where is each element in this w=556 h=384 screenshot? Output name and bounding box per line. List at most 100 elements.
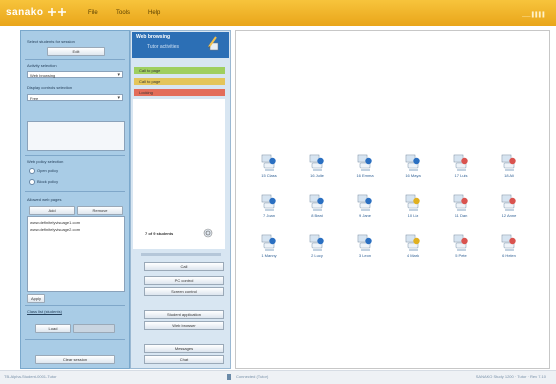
clear-session-button[interactable]: Clear session <box>35 355 115 364</box>
display-controls-label: Display controls selection <box>27 85 73 90</box>
classroom-view: 15 Class 16 Julie 16 Emma 16 Maya 17 Luis 18 … <box>235 30 550 369</box>
info-box <box>27 121 125 151</box>
block-policy-label: Block policy <box>37 179 59 184</box>
activity-label: Activity selection <box>27 63 57 68</box>
select-students-label: Select students for session <box>27 39 75 44</box>
student-computer[interactable]: 12 Anne <box>494 194 524 220</box>
screen-control-button[interactable]: Screen control <box>144 287 224 296</box>
web-browser-button[interactable]: Web browser <box>144 321 224 330</box>
student-name: 3 Leon <box>358 253 372 258</box>
student-computer-icon <box>357 234 372 251</box>
student-computer[interactable]: 17 Luis <box>446 154 476 180</box>
student-name: 17 Luis <box>454 173 468 178</box>
student-computer[interactable]: 10 Liz <box>398 194 428 220</box>
student-name: 18 Ali <box>504 173 514 178</box>
refresh-icon[interactable] <box>203 228 213 238</box>
student-computer[interactable]: 6 Helen <box>494 234 524 260</box>
block-policy-radio[interactable] <box>29 179 35 185</box>
student-name: 4 Mark <box>406 253 420 258</box>
activity-subtitle: Tutor activities <box>147 44 180 50</box>
student-computer[interactable]: 3 Leon <box>350 234 380 260</box>
status-left-text: TB-Alpha-Student-0001-Tutor <box>4 374 57 379</box>
messages-button[interactable]: Messages <box>144 344 224 353</box>
activity-header: Web browsing Tutor activities <box>132 32 229 58</box>
student-computer-icon <box>405 194 420 211</box>
activity-title: Web browsing <box>136 34 171 40</box>
student-name: 5 Pete <box>455 253 467 258</box>
display-controls-select[interactable]: Free <box>27 94 123 102</box>
volume-slider[interactable] <box>141 253 221 256</box>
student-name: 11 Dan <box>454 213 468 218</box>
status-bar-item[interactable]: Call to page <box>134 78 225 85</box>
student-computer-icon <box>405 234 420 251</box>
allowed-page-item[interactable]: www.definitelyvisuage1.com <box>30 220 80 225</box>
student-computer[interactable]: 8 Beat <box>302 194 332 220</box>
divider <box>25 191 125 192</box>
window-controls[interactable]: ___ ▌▌▌▌ <box>522 12 546 18</box>
student-name: 7 Joan <box>262 213 275 218</box>
student-computer-icon <box>453 234 468 251</box>
divider <box>25 155 125 156</box>
connection-icon <box>227 374 231 380</box>
open-policy-radio[interactable] <box>29 168 35 174</box>
add-page-button[interactable]: Add <box>29 206 75 215</box>
remove-page-button[interactable]: Remove <box>77 206 123 215</box>
student-name: 16 Maya <box>405 173 421 178</box>
student-computer[interactable]: 5 Pete <box>446 234 476 260</box>
call-button[interactable]: Call <box>144 262 224 271</box>
activity-panel: Web browsing Tutor activities Call to pa… <box>130 30 231 369</box>
student-computer-icon <box>261 194 276 211</box>
student-computer[interactable]: 7 Joan <box>254 194 284 220</box>
student-computer-icon <box>261 154 276 171</box>
student-computer-icon <box>453 154 468 171</box>
student-computer[interactable]: 16 Julie <box>302 154 332 180</box>
session-panel: Select students for session Edit Activit… <box>20 30 130 369</box>
allowed-pages-list[interactable]: www.definitelyvisuage1.com www.definitel… <box>27 216 125 292</box>
student-name: 10 Liz <box>407 213 419 218</box>
student-computer[interactable]: 15 Class <box>254 154 284 180</box>
students-count: 7 of 9 students <box>145 231 174 236</box>
student-computer[interactable]: 1 Manny <box>254 234 284 260</box>
student-name: 12 Anne <box>501 213 517 218</box>
allowed-pages-label: Allowed web pages <box>27 197 62 202</box>
student-name: 1 Manny <box>261 253 277 258</box>
menu-tools[interactable]: Tools <box>116 10 130 16</box>
student-computer[interactable]: 2 Lucy <box>302 234 332 260</box>
student-computer[interactable]: 16 Emma <box>350 154 380 180</box>
student-computer[interactable]: 4 Mark <box>398 234 428 260</box>
activity-select[interactable]: Web browsing <box>27 71 123 79</box>
status-bar-item[interactable]: Locking <box>134 89 225 96</box>
student-application-button[interactable]: Student application <box>144 310 224 319</box>
activity-list <box>133 99 225 249</box>
student-computer-icon <box>453 194 468 211</box>
student-computer[interactable]: 18 Ali <box>494 154 524 180</box>
student-computer-icon <box>357 154 372 171</box>
class-list-link[interactable]: Class list (students) <box>27 309 62 314</box>
student-computer-icon <box>501 154 516 171</box>
student-name: 8 Beat <box>311 213 323 218</box>
edit-button[interactable]: Edit <box>47 47 105 56</box>
menu-file[interactable]: File <box>88 10 98 16</box>
load-option-button[interactable] <box>73 324 115 333</box>
status-connection-text: Connected (Tutor) <box>236 374 269 379</box>
chat-button[interactable]: Chat <box>144 355 224 364</box>
student-computer[interactable]: 11 Dan <box>446 194 476 220</box>
student-computer[interactable]: 16 Maya <box>398 154 428 180</box>
apply-button[interactable]: Apply <box>27 294 45 303</box>
status-bar: TB-Alpha-Student-0001-Tutor Connected (T… <box>0 370 556 384</box>
status-bar-item[interactable]: Call to page <box>134 67 225 74</box>
load-button[interactable]: Load <box>35 324 71 333</box>
student-name: 9 Jane <box>358 213 371 218</box>
status-right-text: SANAKO Study 1200 · Tutor · Rev 7.10 <box>475 374 546 379</box>
student-computer-icon <box>309 194 324 211</box>
pc-control-button[interactable]: PC control <box>144 276 224 285</box>
menu-help[interactable]: Help <box>148 10 160 16</box>
divider <box>25 59 125 60</box>
logo-mark-icon <box>48 8 66 16</box>
student-computer[interactable]: 9 Jane <box>350 194 380 220</box>
pencil-icon[interactable] <box>207 35 219 51</box>
student-name: 16 Emma <box>356 173 374 178</box>
student-computer-icon <box>501 234 516 251</box>
student-computer-icon <box>261 234 276 251</box>
allowed-page-item[interactable]: www.definitelyvisuage2.com <box>30 227 80 232</box>
